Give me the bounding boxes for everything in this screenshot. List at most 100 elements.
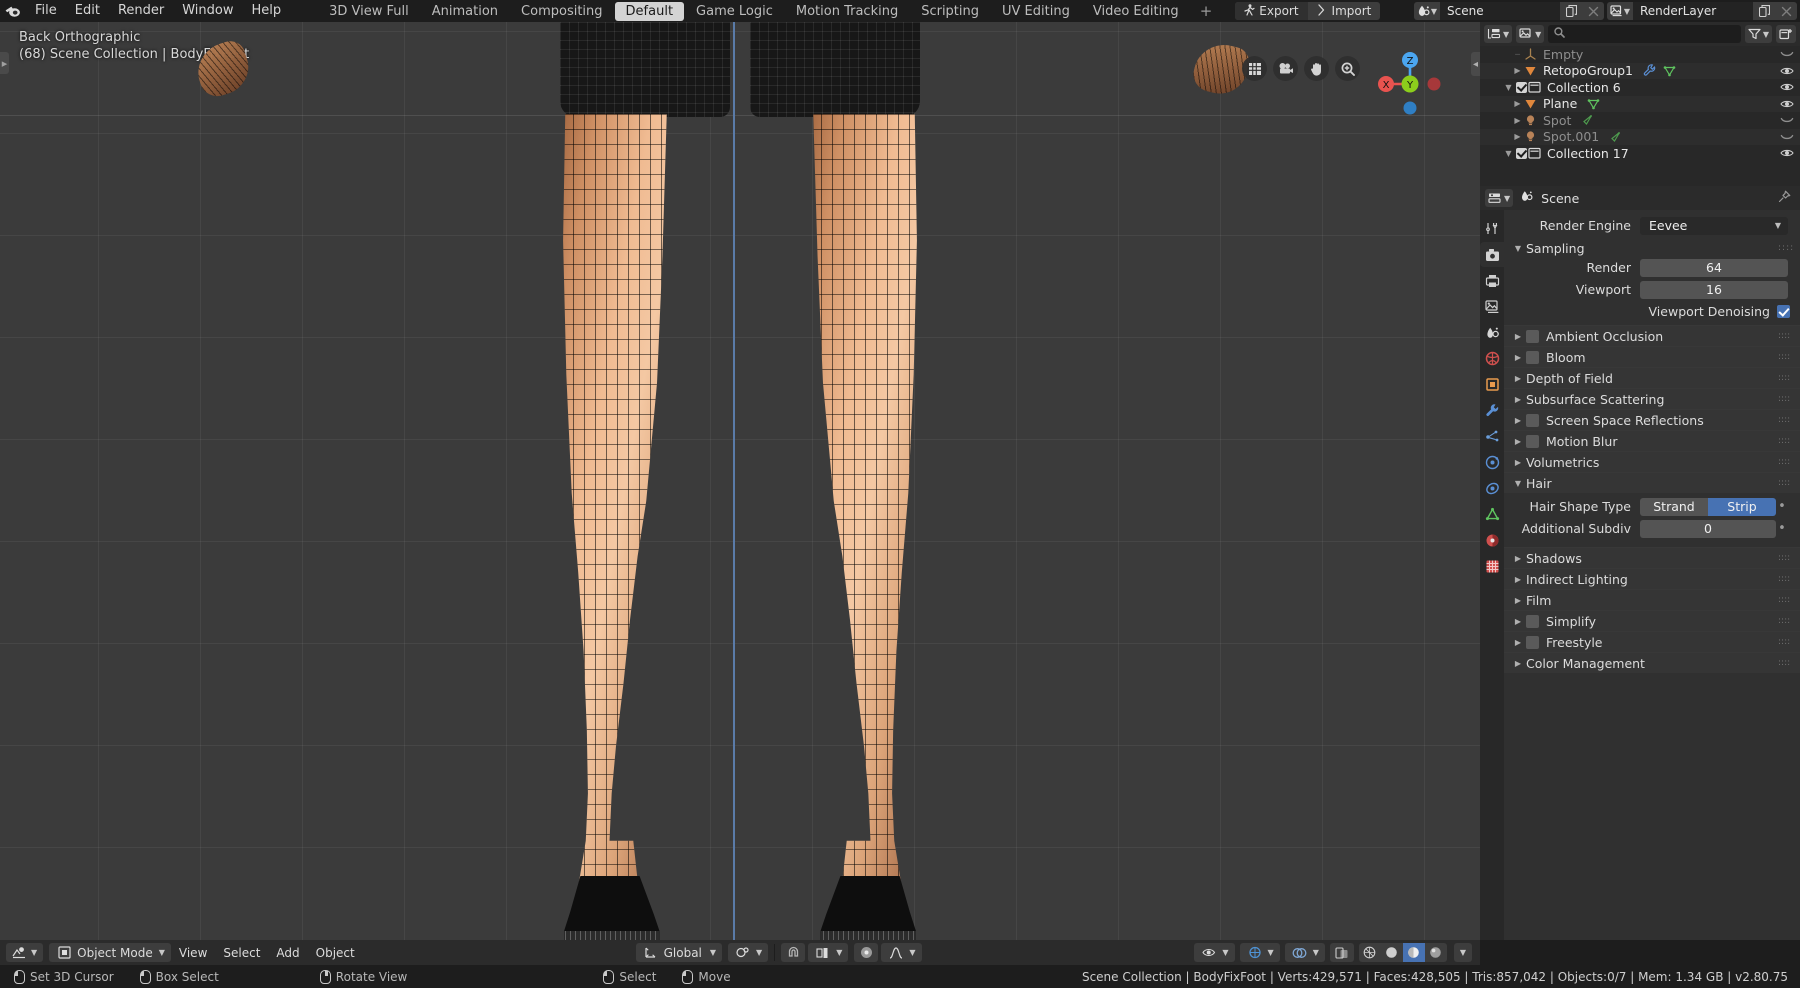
visible-eye-icon[interactable] bbox=[1780, 63, 1794, 80]
hidden-eye-closed-icon[interactable] bbox=[1780, 112, 1794, 129]
new-scene-button[interactable] bbox=[1560, 2, 1582, 20]
animate-property-dot-icon[interactable]: • bbox=[1776, 499, 1788, 514]
workspace-tab-uv-editing[interactable]: UV Editing bbox=[991, 2, 1081, 21]
properties-editor[interactable]: ▼ Scene Render Engine Eevee ▼ ▼ Sampling… bbox=[1480, 186, 1800, 940]
viewport-3d[interactable]: ▸ Back Orthographic (68) Scene Collectio… bbox=[0, 22, 1480, 940]
panel-depth-of-field[interactable]: ▶ Depth of Field:::: bbox=[1504, 367, 1800, 388]
light-data-icon[interactable] bbox=[1609, 131, 1622, 143]
scene-data-icon[interactable]: ▼ bbox=[1414, 2, 1440, 20]
object-mode-dropdown[interactable]: Object Mode ▼ bbox=[49, 943, 171, 962]
panel-volumetrics[interactable]: ▶ Volumetrics:::: bbox=[1504, 451, 1800, 472]
zoom-magnifier-icon[interactable] bbox=[1335, 56, 1360, 81]
gizmo-dropdown[interactable]: ▼ bbox=[1239, 943, 1280, 962]
unlink-scene-button[interactable] bbox=[1582, 2, 1604, 20]
hair-shape-strip-option[interactable]: Strip bbox=[1708, 497, 1776, 516]
viewport-menu-select[interactable]: Select bbox=[215, 943, 268, 962]
disclosure-triangle-icon[interactable]: ▶ bbox=[1511, 99, 1524, 108]
panel-enable-checkbox[interactable] bbox=[1526, 434, 1539, 448]
collection-enable-checkbox[interactable] bbox=[1515, 81, 1528, 93]
menu-render[interactable]: Render bbox=[109, 0, 173, 22]
properties-tab-strip[interactable] bbox=[1480, 210, 1504, 940]
overlays-dropdown[interactable]: ▼ bbox=[1284, 943, 1325, 962]
viewport-menu-add[interactable]: Add bbox=[268, 943, 307, 962]
visible-eye-icon[interactable] bbox=[1780, 96, 1794, 113]
panel-enable-checkbox[interactable] bbox=[1526, 614, 1539, 628]
falloff-curve-dropdown[interactable]: ▼ bbox=[881, 943, 922, 962]
viewport-menu-view[interactable]: View bbox=[171, 943, 215, 962]
outliner-row-collection-6[interactable]: ▼ Collection 6 bbox=[1480, 79, 1800, 96]
rendered-shading-icon[interactable] bbox=[1425, 943, 1447, 962]
disclosure-triangle-icon[interactable]: ▶ bbox=[1511, 116, 1524, 125]
menu-file[interactable]: File bbox=[26, 0, 66, 22]
character-mesh[interactable] bbox=[560, 22, 920, 940]
panel-shadows[interactable]: ▶ Shadows:::: bbox=[1504, 547, 1800, 568]
magnet-icon[interactable] bbox=[781, 943, 806, 962]
new-view-layer-button[interactable] bbox=[1753, 2, 1775, 20]
object-tab-icon[interactable] bbox=[1480, 372, 1504, 397]
visible-eye-icon[interactable] bbox=[1780, 145, 1794, 162]
animate-property-dot-icon[interactable]: • bbox=[1776, 521, 1788, 536]
viewport-axis-gizmo[interactable]: Z X Y bbox=[1374, 48, 1446, 120]
panel-motion-blur[interactable]: ▶ Motion Blur:::: bbox=[1504, 430, 1800, 451]
panel-indirect-lighting[interactable]: ▶ Indirect Lighting:::: bbox=[1504, 568, 1800, 589]
search-input[interactable] bbox=[1548, 25, 1741, 43]
sampling-viewport-value[interactable]: 16 bbox=[1640, 280, 1788, 299]
render-tab-icon[interactable] bbox=[1480, 242, 1504, 267]
mesh-triangle-icon[interactable] bbox=[1663, 65, 1676, 77]
pivot-point-dropdown[interactable]: ▼ bbox=[728, 943, 769, 962]
panel-ambient-occlusion[interactable]: ▶ Ambient Occlusion:::: bbox=[1504, 325, 1800, 346]
wireframe-shading-icon[interactable] bbox=[1359, 943, 1381, 962]
outliner-row-retopogroup1[interactable]: ▶ RetopoGroup1 bbox=[1480, 62, 1800, 80]
outliner-row-plane[interactable]: ▶ Plane bbox=[1480, 95, 1800, 113]
disclosure-triangle-icon[interactable]: ▶ bbox=[1511, 132, 1524, 141]
disclosure-triangle-icon[interactable]: ▼ bbox=[1502, 149, 1515, 158]
add-workspace-button[interactable]: + bbox=[1191, 2, 1222, 20]
panel-film[interactable]: ▶ Film:::: bbox=[1504, 589, 1800, 610]
shading-options-dropdown[interactable]: ▼ bbox=[1453, 943, 1472, 962]
disclosure-triangle-icon[interactable]: ▼ bbox=[1502, 83, 1515, 92]
editor-type-3dview-icon[interactable]: ▼ bbox=[6, 943, 44, 962]
panel-freestyle[interactable]: ▶ Freestyle:::: bbox=[1504, 631, 1800, 652]
hidden-eye-closed-icon[interactable] bbox=[1780, 129, 1794, 146]
panel-simplify[interactable]: ▶ Simplify:::: bbox=[1504, 610, 1800, 631]
menu-edit[interactable]: Edit bbox=[66, 0, 109, 22]
panel-subsurface-scattering[interactable]: ▶ Subsurface Scattering:::: bbox=[1504, 388, 1800, 409]
additional-subdiv-value[interactable]: 0 bbox=[1640, 519, 1776, 538]
panel-color-management[interactable]: ▶ Color Management:::: bbox=[1504, 652, 1800, 673]
viewport-menu-object[interactable]: Object bbox=[308, 943, 363, 962]
hair-section-header[interactable]: ▼ Hair :::: bbox=[1504, 472, 1800, 493]
outliner-tree[interactable]: ─ Empty ▶ RetopoGroup1 ▼ Collection 6 ▶ Plane ▶ S… bbox=[1480, 46, 1800, 162]
sidebar-toggle-left-icon[interactable]: ▸ bbox=[0, 52, 9, 74]
light-data-icon[interactable] bbox=[1581, 114, 1594, 126]
workspace-tab-motion-tracking[interactable]: Motion Tracking bbox=[785, 2, 909, 21]
panel-enable-checkbox[interactable] bbox=[1526, 635, 1539, 649]
snap-to-dropdown[interactable]: ▼ bbox=[808, 943, 849, 962]
render-panel-list-after[interactable]: ▶ Shadows:::: ▶ Indirect Lighting:::: ▶ Film:… bbox=[1504, 547, 1800, 673]
render-engine-dropdown[interactable]: Eevee ▼ bbox=[1640, 216, 1788, 235]
new-collection-icon[interactable] bbox=[1776, 25, 1796, 43]
properties-content[interactable]: Render Engine Eevee ▼ ▼ Sampling :::: Re… bbox=[1504, 210, 1800, 940]
view-layer-name-field[interactable]: RenderLayer bbox=[1633, 2, 1753, 20]
constraints-tab-icon[interactable] bbox=[1480, 476, 1504, 501]
remove-view-layer-button[interactable] bbox=[1775, 2, 1797, 20]
outliner-editor[interactable]: ▼ ▼ ▼ ─ Empty ▶ RetopoGroup1 ▼ Collection 6 ▶ P… bbox=[1480, 22, 1800, 186]
export-button[interactable]: Export bbox=[1235, 2, 1308, 20]
workspace-tab-animation[interactable]: Animation bbox=[421, 2, 509, 21]
disclosure-triangle-icon[interactable]: ▶ bbox=[1511, 66, 1524, 75]
outliner-row-collection-17[interactable]: ▼ Collection 17 bbox=[1480, 145, 1800, 162]
scene-name-field[interactable]: Scene bbox=[1440, 2, 1560, 20]
menu-help[interactable]: Help bbox=[243, 0, 291, 22]
view-layer-tab-icon[interactable] bbox=[1480, 294, 1504, 319]
toggle-grid-icon[interactable] bbox=[1242, 56, 1267, 81]
physics-tab-icon[interactable] bbox=[1480, 450, 1504, 475]
sidebar-toggle-right-icon[interactable]: ◂ bbox=[1471, 52, 1480, 76]
world-tab-icon[interactable] bbox=[1480, 346, 1504, 371]
scene-tab-icon[interactable] bbox=[1480, 320, 1504, 345]
modifier-wrench-icon[interactable] bbox=[1643, 64, 1656, 77]
panel-screen-space-reflections[interactable]: ▶ Screen Space Reflections:::: bbox=[1504, 409, 1800, 430]
hair-shape-strand-option[interactable]: Strand bbox=[1640, 497, 1708, 516]
workspace-tab-default[interactable]: Default bbox=[614, 1, 685, 21]
blender-logo-icon[interactable] bbox=[0, 0, 26, 22]
outliner-row-spot-001[interactable]: ▶ Spot.001 bbox=[1480, 128, 1800, 146]
workspace-tab-game-logic[interactable]: Game Logic bbox=[685, 2, 784, 21]
